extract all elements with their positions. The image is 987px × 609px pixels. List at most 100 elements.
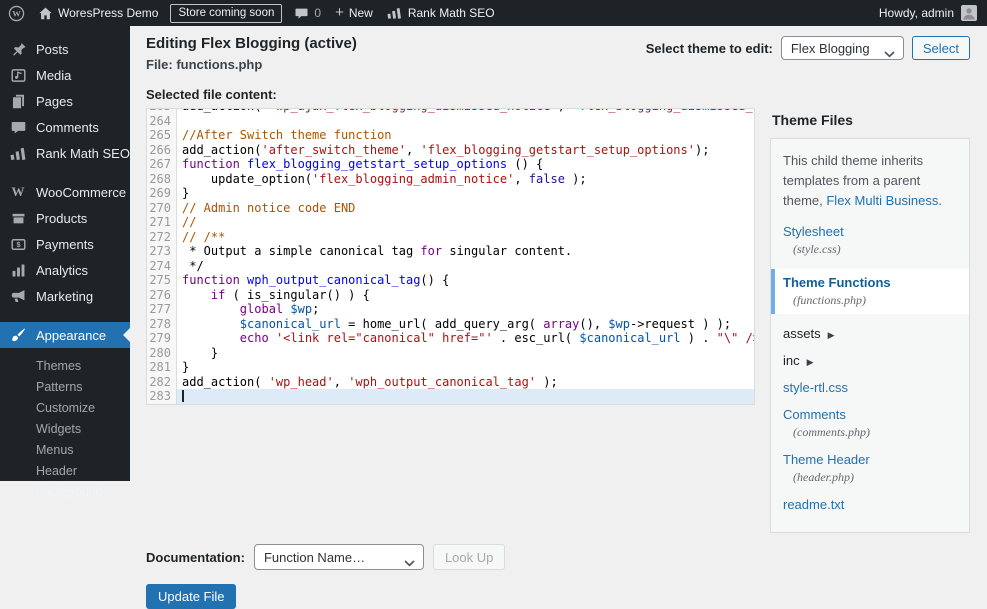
theme-file-inc[interactable]: inc ▶	[771, 353, 969, 368]
theme-file-style-rtl-css[interactable]: style-rtl.css	[771, 380, 969, 395]
submenu-item-widgets[interactable]: Widgets	[0, 418, 130, 439]
code-line[interactable]: 274 */	[147, 259, 754, 274]
sidebar-item-posts[interactable]: Posts	[0, 36, 130, 62]
code-line[interactable]: 277 global $wp;	[147, 302, 754, 317]
sidebar-item-analytics[interactable]: Analytics	[0, 257, 130, 283]
svg-text:W: W	[12, 8, 21, 18]
code-line[interactable]: 282 add_action( 'wp_head', 'wph_output_ca…	[147, 375, 754, 390]
code-line[interactable]: 272 // /**	[147, 230, 754, 245]
sidebar-item-label: Analytics	[36, 262, 89, 278]
site-name: WoresPress Demo	[58, 6, 159, 20]
sidebar-item-appearance[interactable]: Appearance	[0, 322, 130, 348]
theme-file-theme-header[interactable]: Theme Header (header.php)	[771, 452, 969, 485]
line-number: 264	[149, 113, 171, 128]
select-theme-button[interactable]: Select	[911, 36, 970, 60]
submenu-item-themes[interactable]: Themes	[0, 355, 130, 376]
line-number: 276	[149, 287, 171, 302]
update-file-button[interactable]: Update File	[146, 584, 237, 609]
code-line[interactable]: 273 * Output a simple canonical tag for …	[147, 244, 754, 259]
chevron-down-icon	[404, 555, 415, 570]
code-line[interactable]: 269}	[147, 186, 754, 201]
submenu-item-customize[interactable]: Customize	[0, 397, 130, 418]
rank-math-menu-item[interactable]: Rank Math SEO	[380, 0, 502, 26]
code-text: global $wp;	[239, 302, 320, 316]
sidebar-item-payments[interactable]: $ Payments	[0, 231, 130, 257]
sidebar-item-woocommerce[interactable]: W WooCommerce	[0, 179, 130, 205]
code-line[interactable]: 281}	[147, 360, 754, 375]
code-text	[177, 389, 754, 404]
look-up-button[interactable]: Look Up	[432, 544, 506, 571]
code-text: function wph_output_canonical_tag() {	[182, 273, 450, 287]
submenu-item-menus[interactable]: Menus	[0, 439, 130, 460]
store-coming-soon-badge[interactable]: Store coming soon	[170, 3, 283, 23]
code-line[interactable]: 268 update_option('flex_blogging_admin_n…	[147, 172, 754, 187]
code-line[interactable]: 265 //After Switch theme function	[147, 128, 754, 143]
theme-file-theme-functions[interactable]: Theme Functions (functions.php)	[771, 269, 969, 315]
code-line[interactable]: 283	[147, 389, 754, 404]
theme-file-readme-txt[interactable]: readme.txt	[771, 497, 969, 512]
woocommerce-icon: W	[11, 184, 25, 199]
sidebar-item-media[interactable]: Media	[0, 62, 130, 88]
submenu-item-patterns[interactable]: Patterns	[0, 376, 130, 397]
code-line[interactable]: 276 if ( is_singular() ) {	[147, 288, 754, 303]
parent-theme-link[interactable]: Flex Multi Business	[826, 193, 938, 208]
code-editor[interactable]: 263add_action( 'wp_ajax_flex_blogging_di…	[146, 108, 755, 405]
admin-sidebar: Posts Media Pages Comments Rank Math SEO W Woo…	[0, 26, 130, 499]
child-theme-note: This child theme inherits templates from…	[783, 153, 942, 209]
selected-file-content-label: Selected file content:	[146, 87, 277, 102]
code-text: echo '<link rel="canonical" href="' . es…	[239, 331, 754, 345]
submenu-item-background[interactable]: Background	[0, 481, 130, 502]
account-menu-item[interactable]: Howdy, admin	[879, 5, 987, 21]
sidebar-item-label: Products	[36, 210, 88, 226]
sidebar-item-label: Media	[36, 67, 72, 83]
select-theme-label: Select theme to edit:	[645, 40, 773, 56]
marketing-icon	[9, 287, 27, 305]
line-number: 265	[149, 128, 171, 142]
line-number: 273	[149, 244, 171, 258]
home-icon	[38, 6, 53, 21]
line-number: 271	[149, 215, 171, 229]
code-line[interactable]: 271 //	[147, 215, 754, 230]
code-text: */	[182, 258, 204, 273]
theme-file-stylesheet[interactable]: Stylesheet (style.css)	[771, 224, 969, 257]
code-text: add_action( 'wp_head', 'wph_output_canon…	[182, 374, 558, 389]
comments-menu-item[interactable]: 0	[287, 0, 328, 26]
code-line[interactable]: 266 add_action('after_switch_theme', 'fle…	[147, 143, 754, 158]
code-line[interactable]: 270 // Admin notice code END	[147, 201, 754, 216]
sidebar-item-label: Pages	[36, 93, 73, 109]
theme-file-assets[interactable]: assets ▶	[771, 326, 969, 341]
new-menu-item[interactable]: + New	[328, 0, 380, 26]
code-line[interactable]: 280 }	[147, 346, 754, 361]
content-area: Editing Flex Blogging (active) File: fun…	[130, 26, 987, 609]
theme-file-label: style-rtl.css	[783, 380, 848, 396]
media-icon	[9, 66, 27, 84]
line-number: 283	[149, 389, 171, 403]
sidebar-item-marketing[interactable]: Marketing	[0, 283, 130, 309]
line-number: 267	[149, 157, 171, 171]
documentation-select[interactable]: Function Name…	[253, 544, 424, 571]
line-number: 278	[149, 316, 171, 331]
code-line[interactable]: 279 echo '<link rel="canonical" href="' …	[147, 331, 754, 346]
line-number: 279	[149, 331, 171, 345]
theme-select[interactable]: Flex Blogging	[780, 36, 904, 61]
chevron-down-icon	[884, 46, 895, 61]
sidebar-item-pages[interactable]: Pages	[0, 88, 130, 114]
sidebar-item-products[interactable]: Products	[0, 205, 130, 231]
theme-file-comments[interactable]: Comments (comments.php)	[771, 407, 969, 440]
code-line[interactable]: 264	[147, 114, 754, 129]
wordpress-logo-icon[interactable]: W	[0, 0, 31, 26]
folder-expand-icon[interactable]: ▶	[807, 357, 814, 367]
sidebar-item-label: Appearance	[36, 327, 107, 343]
code-line[interactable]: 267 function flex_blogging_getstart_setup…	[147, 157, 754, 172]
submenu-item-header[interactable]: Header	[0, 460, 130, 481]
rank-math-label: Rank Math SEO	[407, 6, 495, 20]
code-line[interactable]: 278 $canonical_url = home_url( add_query…	[147, 317, 754, 332]
sidebar-item-rank-math-seo[interactable]: Rank Math SEO	[0, 140, 130, 166]
sidebar-item-comments[interactable]: Comments	[0, 114, 130, 140]
line-number: 280	[149, 345, 171, 360]
folder-expand-icon[interactable]: ▶	[828, 330, 835, 340]
theme-file-filename: (header.php)	[793, 470, 854, 485]
site-menu-item[interactable]: WoresPress Demo	[31, 0, 165, 26]
code-line[interactable]: 275 function wph_output_canonical_tag() {	[147, 273, 754, 288]
theme-file-label: Theme Header	[783, 452, 870, 468]
